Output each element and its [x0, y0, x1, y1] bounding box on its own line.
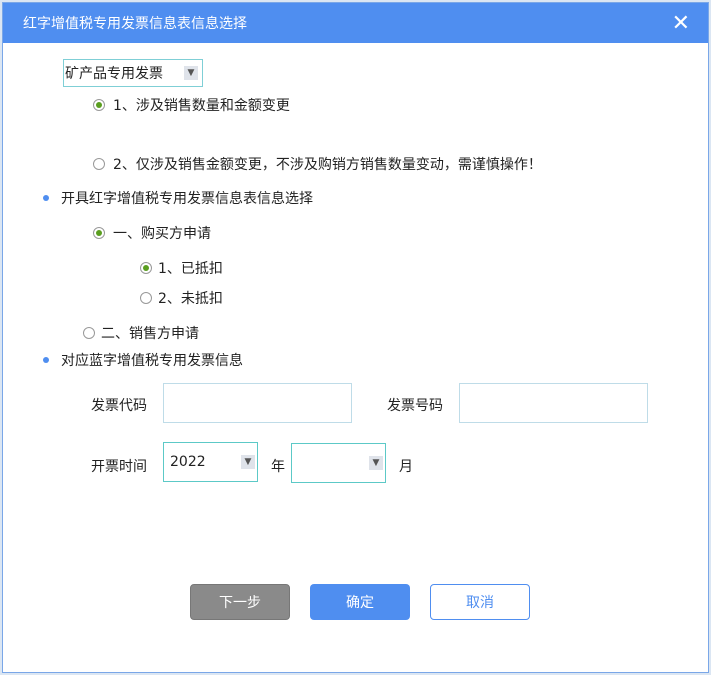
- deducted-label: 1、已抵扣: [158, 261, 223, 277]
- chevron-down-icon: ▼: [241, 455, 255, 469]
- opt1-label: 1、涉及销售数量和金额变更: [113, 98, 290, 114]
- bullet-icon: [43, 357, 49, 363]
- invoice-number-input[interactable]: [459, 383, 648, 423]
- radio-not-deducted[interactable]: 2、未抵扣: [140, 288, 223, 308]
- dialog: 红字增值税专用发票信息表信息选择 ✕ 矿产品专用发票 ▼ 1、涉及销售数量和金额…: [2, 2, 709, 673]
- invoice-type-value: 矿产品专用发票: [65, 66, 163, 82]
- buyer-label: 一、购买方申请: [113, 226, 211, 242]
- radio-icon: [93, 158, 105, 170]
- radio-icon: [93, 99, 105, 111]
- radio-seller[interactable]: 二、销售方申请: [83, 323, 199, 343]
- invoice-code-input[interactable]: [163, 383, 352, 423]
- chevron-down-icon: ▼: [184, 66, 198, 80]
- section2-label: 对应蓝字增值税专用发票信息: [61, 353, 243, 369]
- seller-label: 二、销售方申请: [101, 326, 199, 342]
- radio-icon: [93, 227, 105, 239]
- invoice-number-label: 发票号码: [387, 398, 443, 414]
- opt2-label: 2、仅涉及销售金额变更，不涉及购销方销售数量变动，需谨慎操作！: [113, 157, 542, 173]
- close-icon[interactable]: ✕: [672, 11, 690, 36]
- confirm-button[interactable]: 确定: [310, 584, 410, 620]
- bullet-icon: [43, 195, 49, 201]
- invoice-code-label: 发票代码: [91, 398, 147, 414]
- title-bar: 红字增值税专用发票信息表信息选择 ✕: [3, 3, 708, 43]
- radio-icon: [140, 292, 152, 304]
- chevron-down-icon: ▼: [369, 456, 383, 470]
- cancel-button[interactable]: 取消: [430, 584, 530, 620]
- section1-label: 开具红字增值税专用发票信息表信息选择: [61, 191, 313, 207]
- not-deducted-label: 2、未抵扣: [158, 291, 223, 307]
- radio-deducted[interactable]: 1、已抵扣: [140, 258, 223, 278]
- month-unit: 月: [399, 459, 413, 475]
- year-unit: 年: [271, 459, 285, 475]
- radio-opt2[interactable]: 2、仅涉及销售金额变更，不涉及购销方销售数量变动，需谨慎操作！: [93, 154, 542, 174]
- next-step-button[interactable]: 下一步: [190, 584, 290, 620]
- year-select[interactable]: 2022 ▼: [163, 442, 258, 482]
- date-label: 开票时间: [91, 459, 147, 475]
- section-heading-2: 对应蓝字增值税专用发票信息: [43, 350, 243, 370]
- year-value: 2022: [170, 454, 206, 470]
- radio-icon: [83, 327, 95, 339]
- invoice-type-select[interactable]: 矿产品专用发票 ▼: [63, 59, 203, 87]
- month-select[interactable]: ▼: [291, 443, 386, 483]
- radio-icon: [140, 262, 152, 274]
- radio-opt1[interactable]: 1、涉及销售数量和金额变更: [93, 95, 290, 115]
- section-heading-1: 开具红字增值税专用发票信息表信息选择: [43, 188, 313, 208]
- radio-buyer[interactable]: 一、购买方申请: [93, 223, 211, 243]
- dialog-title: 红字增值税专用发票信息表信息选择: [23, 16, 247, 32]
